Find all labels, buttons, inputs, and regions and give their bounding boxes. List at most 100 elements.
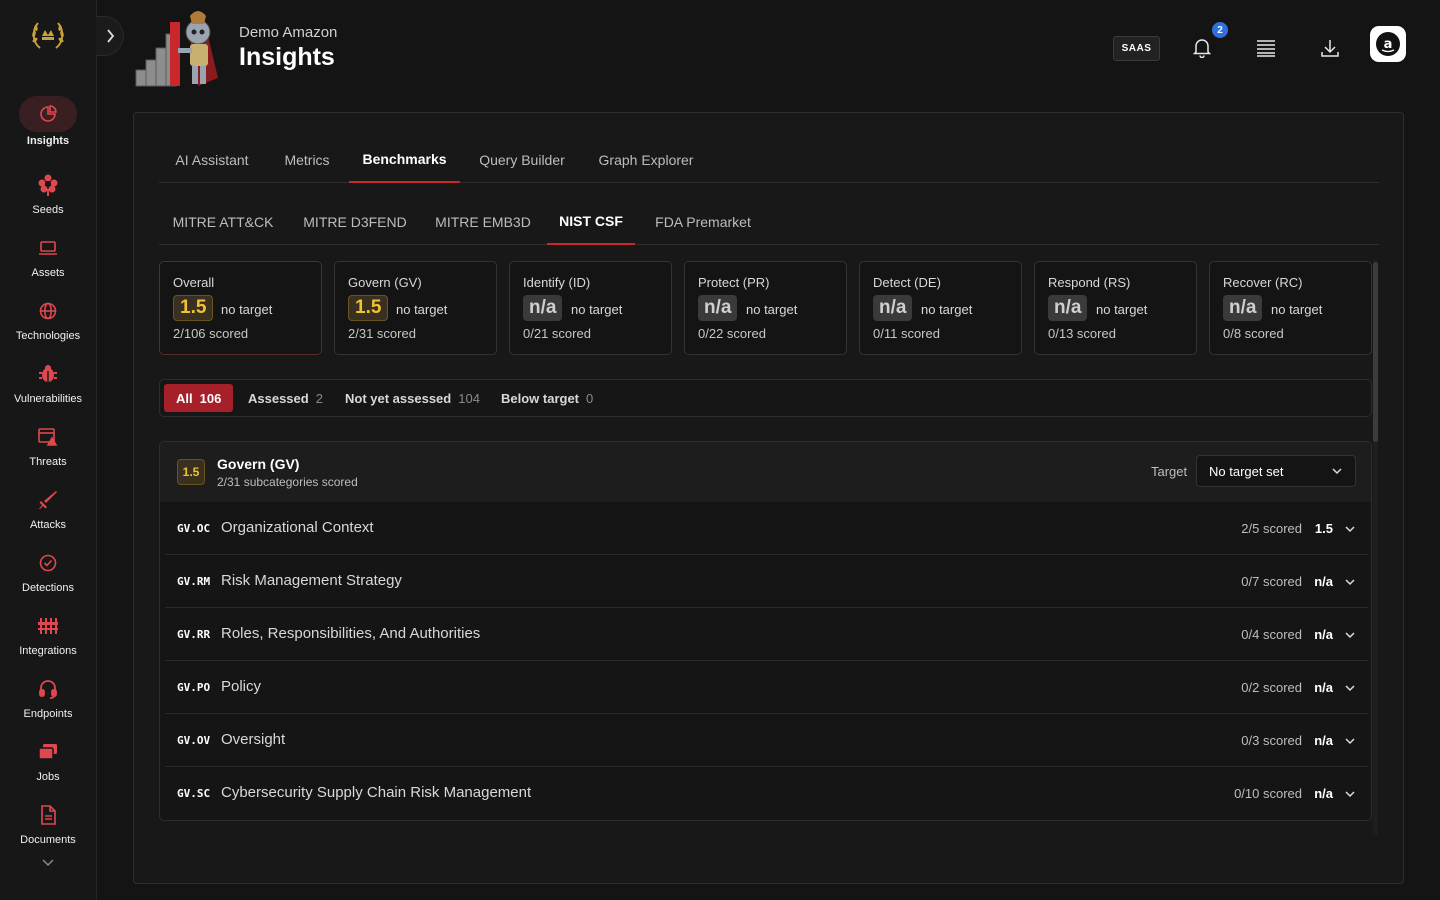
filter-bar: All 106 Assessed 2 Not yet assessed 104 Bel… — [159, 379, 1372, 417]
target-select-value: No target set — [1209, 463, 1284, 479]
tab-ai-assistant[interactable]: AI Assistant — [159, 137, 265, 183]
organization-name: Demo Amazon — [239, 24, 338, 41]
score-target: no target — [746, 302, 798, 317]
category-header: 1.5 Govern (GV) 2/31 subcategories score… — [160, 442, 1371, 502]
scored-count: 0/11 scored — [873, 326, 940, 341]
tab-fda-premarket[interactable]: FDA Premarket — [639, 199, 767, 245]
subcategory-row-gv-po[interactable]: GV.PO Policy 0/2 scored n/a — [165, 661, 1368, 714]
filter-count: 2 — [315, 390, 323, 406]
chevron-down-icon[interactable] — [1344, 682, 1356, 694]
saas-badge[interactable]: SAAS — [1113, 36, 1160, 61]
bug-icon — [19, 358, 77, 390]
notification-count-badge: 2 — [1212, 22, 1228, 38]
subcategory-scored: 0/2 scored — [1241, 680, 1302, 695]
page-title: Insights — [239, 43, 335, 71]
score-card-protect[interactable]: Protect (PR) n/a no target 0/22 scored — [684, 261, 847, 355]
subcategory-row-gv-rr[interactable]: GV.RR Roles, Responsibilities, And Autho… — [165, 608, 1368, 661]
subcategory-row-gv-ov[interactable]: GV.OV Oversight 0/3 scored n/a — [165, 714, 1368, 767]
sidebar-item-label: Jobs — [36, 771, 60, 783]
tab-benchmarks[interactable]: Benchmarks — [349, 137, 460, 183]
tab-query-builder[interactable]: Query Builder — [464, 137, 580, 183]
sidebar-item-label: Threats — [29, 456, 67, 468]
chevron-down-icon — [1332, 468, 1342, 475]
tab-mitre-d3fend[interactable]: MITRE D3FEND — [291, 199, 419, 245]
sidebar-item-label: Technologies — [15, 330, 81, 342]
sidebar-item-label: Detections — [22, 582, 74, 594]
score-card-recover[interactable]: Recover (RC) n/a no target 0/8 scored — [1209, 261, 1372, 355]
subcategory-row-gv-rm[interactable]: GV.RM Risk Management Strategy 0/7 score… — [165, 555, 1368, 608]
subcategory-name: Oversight — [221, 731, 286, 748]
sidebar-item-assets[interactable]: Assets — [0, 232, 96, 292]
score-card-detect[interactable]: Detect (DE) n/a no target 0/11 scored — [859, 261, 1022, 355]
sliders-icon — [19, 610, 77, 642]
chevron-down-icon[interactable] — [1344, 788, 1356, 800]
target-select[interactable]: No target set — [1196, 455, 1356, 487]
score-card-title: Protect (PR) — [698, 275, 770, 290]
score-card-identify[interactable]: Identify (ID) n/a no target 0/21 scored — [509, 261, 672, 355]
subcategory-score: n/a — [1314, 733, 1333, 748]
mascot-illustration — [132, 8, 232, 90]
sidebar-item-endpoints[interactable]: Endpoints — [0, 673, 96, 733]
scored-count: 0/13 scored — [1048, 326, 1116, 341]
sidebar-item-seeds[interactable]: Seeds — [0, 169, 96, 229]
notifications-bell-icon[interactable] — [1188, 34, 1216, 62]
sidebar-item-integrations[interactable]: Integrations — [0, 610, 96, 670]
subcategory-scored: 0/4 scored — [1241, 627, 1302, 642]
sidebar: Insights Seeds Assets Technologies Vulne… — [0, 0, 97, 900]
score-card-title: Respond (RS) — [1048, 275, 1131, 290]
subcategory-score: n/a — [1314, 786, 1333, 801]
tab-graph-explorer[interactable]: Graph Explorer — [584, 137, 708, 183]
target-label: Target — [1151, 464, 1188, 479]
filter-below-target[interactable]: Below target 0 — [489, 384, 605, 412]
subcategory-name: Organizational Context — [221, 519, 374, 536]
chevron-down-icon[interactable] — [1344, 629, 1356, 641]
benchmarks-panel: AI Assistant Metrics Benchmarks Query Bu… — [133, 112, 1404, 884]
chevron-right-icon — [106, 29, 114, 43]
filter-assessed[interactable]: Assessed 2 — [236, 384, 335, 412]
database-list-icon[interactable] — [1252, 34, 1280, 62]
filter-all[interactable]: All 106 — [164, 384, 234, 412]
score-card-overall[interactable]: Overall 1.5 no target 2/106 scored — [159, 261, 322, 355]
tab-mitre-emb3d[interactable]: MITRE EMB3D — [423, 199, 543, 245]
sidebar-item-documents[interactable]: Documents — [0, 799, 96, 859]
primary-tabs: AI Assistant Metrics Benchmarks Query Bu… — [159, 137, 1379, 183]
subcategory-score: 1.5 — [1314, 521, 1333, 536]
account-avatar-amazon-icon[interactable]: a — [1370, 26, 1406, 62]
globe-icon — [19, 295, 77, 327]
sidebar-item-jobs[interactable]: Jobs — [0, 736, 96, 796]
download-icon[interactable] — [1316, 34, 1344, 62]
sidebar-toggle-button[interactable] — [96, 16, 124, 56]
subcategory-score: n/a — [1314, 680, 1333, 695]
filter-not-yet-assessed[interactable]: Not yet assessed 104 — [333, 384, 492, 412]
subcategory-row-gv-oc[interactable]: GV.OC Organizational Context 2/5 scored … — [165, 502, 1368, 555]
sidebar-item-vulnerabilities[interactable]: Vulnerabilities — [0, 358, 96, 418]
subcategory-scored: 0/7 scored — [1241, 574, 1302, 589]
scrollbar-thumb[interactable] — [1373, 262, 1378, 442]
sidebar-item-label: Insights — [26, 135, 70, 147]
sidebar-item-detections[interactable]: Detections — [0, 547, 96, 607]
scroll-down-chevron-icon[interactable] — [41, 854, 55, 872]
chevron-down-icon[interactable] — [1344, 576, 1356, 588]
score-target: no target — [396, 302, 448, 317]
score-target: no target — [221, 302, 273, 317]
subcategory-name: Risk Management Strategy — [221, 572, 402, 589]
sword-icon — [19, 484, 77, 516]
sidebar-item-technologies[interactable]: Technologies — [0, 295, 96, 355]
chevron-down-icon[interactable] — [1344, 735, 1356, 747]
subcategory-name: Roles, Responsibilities, And Authorities — [221, 625, 481, 642]
score-target: no target — [1096, 302, 1148, 317]
tab-mitre-attack[interactable]: MITRE ATT&CK — [159, 199, 287, 245]
sidebar-item-insights[interactable]: Insights — [0, 96, 96, 156]
score-card-title: Recover (RC) — [1223, 275, 1303, 290]
chevron-down-icon[interactable] — [1344, 523, 1356, 535]
sidebar-item-threats[interactable]: Threats — [0, 421, 96, 481]
tab-nist-csf[interactable]: NIST CSF — [547, 199, 635, 245]
filter-label: Not yet assessed — [345, 390, 452, 406]
laurel-logo-icon[interactable] — [28, 16, 68, 56]
tab-metrics[interactable]: Metrics — [269, 137, 345, 183]
score-card-govern[interactable]: Govern (GV) 1.5 no target 2/31 scored — [334, 261, 497, 355]
subcategory-row-gv-sc[interactable]: GV.SC Cybersecurity Supply Chain Risk Ma… — [165, 767, 1368, 820]
score-card-respond[interactable]: Respond (RS) n/a no target 0/13 scored — [1034, 261, 1197, 355]
sidebar-item-attacks[interactable]: Attacks — [0, 484, 96, 544]
score-target: no target — [1271, 302, 1323, 317]
